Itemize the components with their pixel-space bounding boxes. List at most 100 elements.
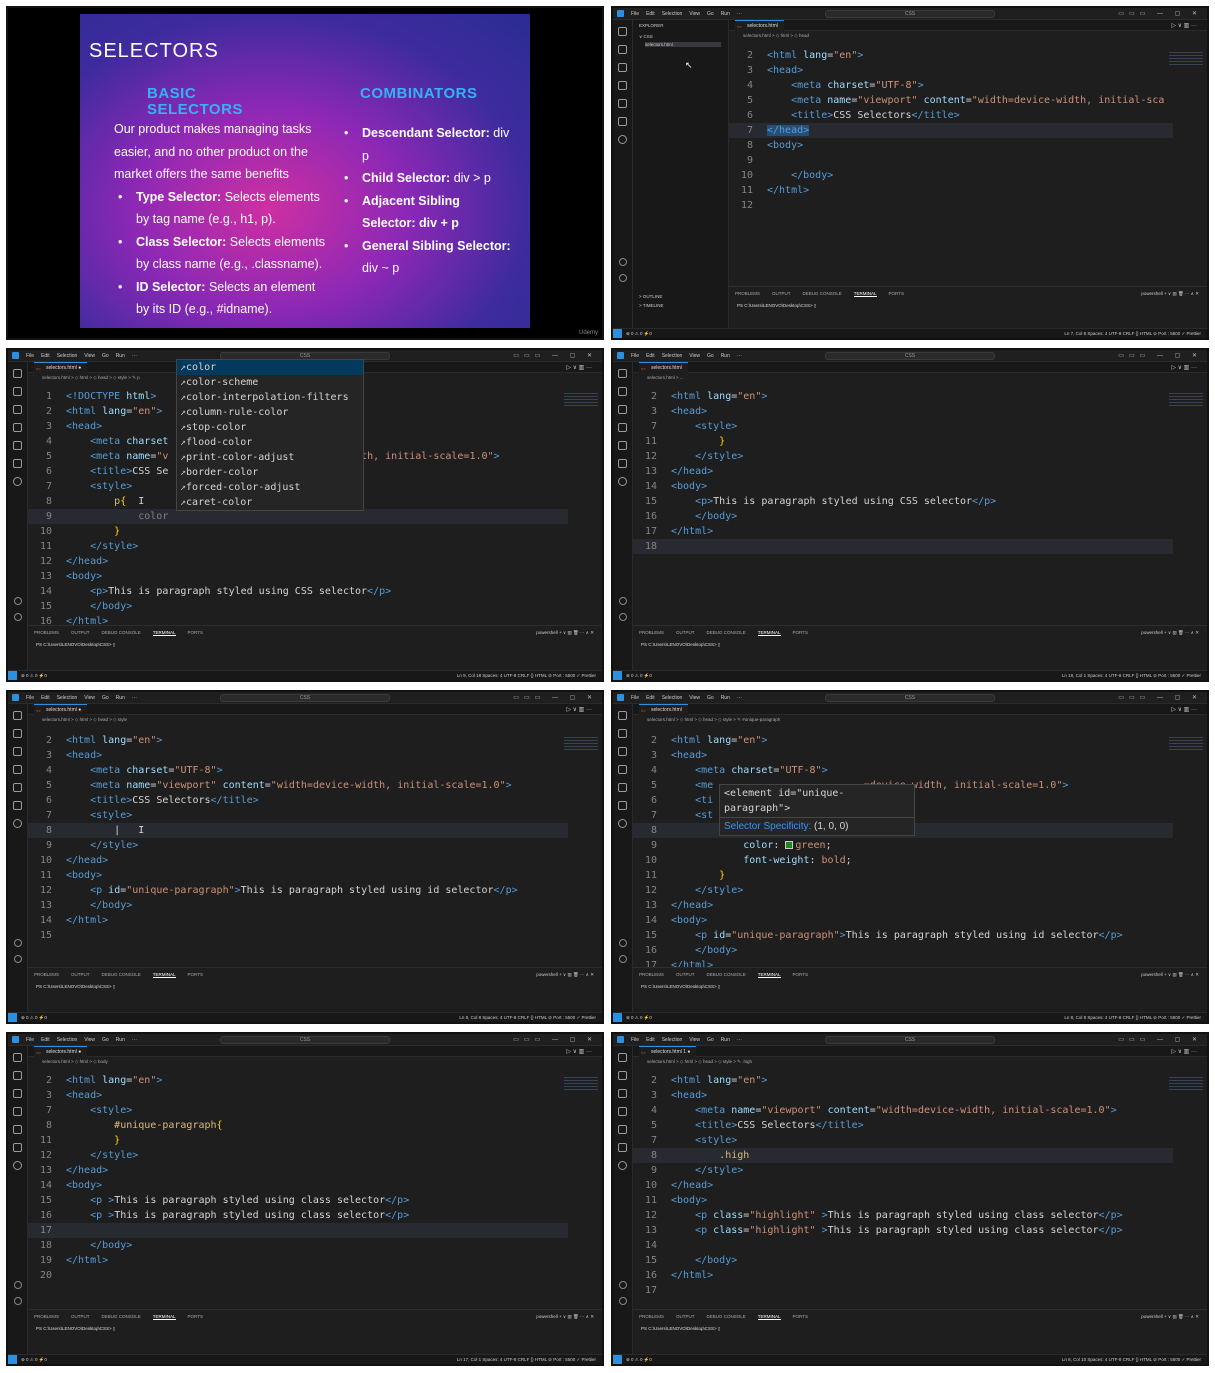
code-line[interactable]: 18 </body> [28, 1238, 568, 1253]
suggestion-item[interactable]: ↗forced-color-adjust [177, 480, 363, 495]
source-control-icon[interactable] [618, 1089, 627, 1098]
code-editor[interactable]: 2 <html lang="en"> 3 <head> 7 <style> 8 #uniq… [28, 1073, 602, 1309]
code-line[interactable]: 8 #unique-paragraph{ [28, 1118, 568, 1133]
code-line[interactable]: 2 <html lang="en"> [28, 733, 568, 748]
suggestion-item[interactable]: ↗print-color-adjust [177, 450, 363, 465]
panel-tab[interactable]: TERMINAL [152, 1314, 176, 1320]
panel-tab[interactable]: PORTS [793, 630, 808, 636]
status-details[interactable]: Ln 18, Col 1 Spaces: 4 UTF-8 CRLF {} HTM… [1062, 673, 1201, 679]
panel-tab[interactable]: PROBLEMS [34, 972, 59, 978]
code-line[interactable]: 17 </html> [633, 524, 1173, 539]
account-icon[interactable] [619, 597, 627, 605]
remote-indicator-icon[interactable] [613, 1013, 622, 1022]
search-icon[interactable] [13, 387, 22, 396]
menu-item[interactable]: Run [721, 695, 730, 701]
code-line[interactable]: 4 <meta charset="UTF-8"> [28, 763, 568, 778]
panel-tab[interactable]: PROBLEMS [735, 291, 760, 297]
terminal-controls[interactable]: powershell + ∨ ▥ 🗑 ··· ∧ ✕ [536, 1314, 594, 1320]
menu-item[interactable]: Edit [646, 11, 655, 17]
explorer-icon[interactable] [13, 1053, 22, 1062]
source-control-icon[interactable] [618, 747, 627, 756]
status-details[interactable]: Ln 8, Col 8 Spaces: 4 UTF-8 CRLF {} HTML… [459, 1015, 596, 1021]
editor-actions[interactable]: ▷ ∨ ▥ ··· [566, 364, 592, 371]
source-control-icon[interactable] [618, 405, 627, 414]
menu-item[interactable]: ··· [737, 11, 742, 17]
window-controls[interactable]: ▭▭▭ — ▢ ✕ [1118, 1036, 1202, 1043]
code-line[interactable]: 6 <title>CSS Selectors</title> [729, 108, 1173, 123]
terminal-prompt[interactable]: PS C:\Users\LENOVO\Desktop\CSS> ▯ [36, 642, 115, 648]
menu-item[interactable]: Edit [646, 1037, 655, 1043]
code-line[interactable]: 3 <head> [28, 1088, 568, 1103]
settings-gear-icon[interactable] [14, 955, 22, 963]
code-line[interactable]: 13 </head> [28, 1163, 568, 1178]
explorer-icon[interactable] [618, 711, 627, 720]
command-center-search[interactable]: CSS [220, 694, 390, 702]
panel-tab[interactable]: PORTS [188, 972, 203, 978]
remote-icon[interactable] [618, 459, 627, 468]
code-line[interactable]: 4 <meta charset="UTF-8"> [633, 763, 1173, 778]
code-line[interactable]: 14 [633, 1238, 1173, 1253]
remote-indicator-icon[interactable] [613, 671, 622, 680]
settings-gear-icon[interactable] [619, 1297, 627, 1305]
menu-item[interactable]: File [26, 695, 34, 701]
code-line[interactable]: 14 <body> [28, 1178, 568, 1193]
run-debug-icon[interactable] [13, 423, 22, 432]
window-controls[interactable]: ▭▭▭ — ▢ ✕ [1118, 10, 1202, 17]
panel-tab[interactable]: DEBUG CONSOLE [707, 972, 746, 978]
code-line[interactable]: 12 </head> [28, 554, 568, 569]
status-details[interactable]: Ln 9, Col 18 Spaces: 4 UTF-8 CRLF {} HTM… [457, 673, 596, 679]
menu-item[interactable]: Edit [646, 695, 655, 701]
live-share-icon[interactable] [13, 819, 22, 828]
source-control-icon[interactable] [13, 405, 22, 414]
extensions-icon[interactable] [13, 1125, 22, 1134]
menu-item[interactable]: ··· [737, 1037, 742, 1043]
code-line[interactable]: 11 </html> [729, 183, 1173, 198]
remote-icon[interactable] [13, 1143, 22, 1152]
breadcrumb[interactable]: selectors.html > ◇ html > ◇ head [729, 31, 809, 40]
code-line[interactable]: 8 | I [28, 823, 568, 838]
menu-item[interactable]: View [689, 353, 700, 359]
code-line[interactable]: 17 </html> [633, 958, 1173, 967]
search-icon[interactable] [13, 1071, 22, 1080]
menu-item[interactable]: File [26, 1037, 34, 1043]
terminal-controls[interactable]: powershell + ∨ ▥ 🗑 ··· ∧ ✕ [1141, 1314, 1199, 1320]
breadcrumb[interactable]: selectors.html > ◇ html > ◇ head > ◇ sty… [633, 715, 780, 724]
status-problems[interactable]: ⊗ 0 ⚠ 0 ⚡0 [626, 331, 652, 337]
code-line[interactable]: 15 <p id="unique-paragraph">This is para… [633, 928, 1173, 943]
code-line[interactable]: 16 </body> [633, 509, 1173, 524]
breadcrumb[interactable]: selectors.html > ◇ html > ◇ head > ◇ sty… [28, 373, 140, 382]
suggestion-item[interactable]: ↗column-rule-color [177, 405, 363, 420]
explorer-icon[interactable] [618, 1053, 627, 1062]
panel-tab[interactable]: TERMINAL [853, 291, 877, 297]
code-line[interactable]: 8 <body> [729, 138, 1173, 153]
editor-actions[interactable]: ▷ ∨ ▥ ··· [566, 1048, 592, 1055]
search-icon[interactable] [618, 1071, 627, 1080]
code-line[interactable]: 2 <html lang="en"> [633, 389, 1173, 404]
code-line[interactable]: 16 </body> [633, 943, 1173, 958]
breadcrumb[interactable]: selectors.html > ... [633, 373, 684, 382]
code-line[interactable]: 12 </style> [28, 1148, 568, 1163]
code-line[interactable]: 11 <body> [28, 868, 568, 883]
menu-item[interactable]: File [631, 353, 639, 359]
command-center-search[interactable]: CSS [825, 352, 995, 360]
menu-item[interactable]: File [631, 11, 639, 17]
account-icon[interactable] [14, 1281, 22, 1289]
status-details[interactable]: Ln 8, Col 8 Spaces: 4 UTF-8 CRLF {} HTML… [1064, 1015, 1201, 1021]
panel-tab[interactable]: PROBLEMS [639, 1314, 664, 1320]
extensions-icon[interactable] [13, 783, 22, 792]
terminal-prompt[interactable]: PS C:\Users\LENOVO\Desktop\CSS> ▯ [641, 642, 720, 648]
run-debug-icon[interactable] [618, 423, 627, 432]
code-line[interactable]: 15 <p >This is paragraph styled using cl… [28, 1193, 568, 1208]
extensions-icon[interactable] [618, 441, 627, 450]
code-line[interactable]: 20 [28, 1268, 568, 1283]
code-line[interactable]: 4 <meta charset="UTF-8"> [729, 78, 1173, 93]
panel-tab[interactable]: PROBLEMS [34, 630, 59, 636]
code-line[interactable]: 11 } [28, 1133, 568, 1148]
menu-item[interactable]: View [689, 1037, 700, 1043]
source-control-icon[interactable] [13, 1089, 22, 1098]
panel-tab[interactable]: TERMINAL [757, 630, 781, 636]
minimap[interactable] [1169, 737, 1203, 751]
code-line[interactable]: 4 <meta name="viewport" content="width=d… [633, 1103, 1173, 1118]
code-line[interactable]: 12 </style> [633, 883, 1173, 898]
code-line[interactable]: 18 [633, 539, 1173, 554]
